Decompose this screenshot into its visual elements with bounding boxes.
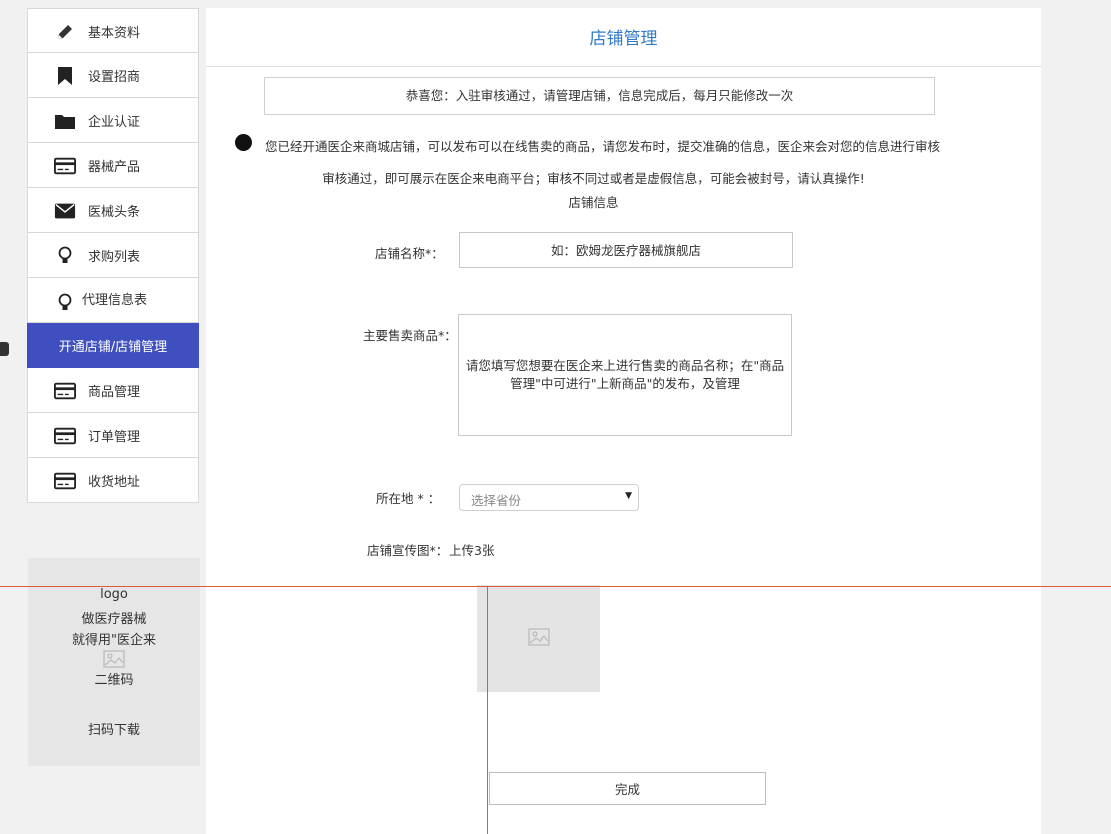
sidebar-item-headlines[interactable]: 医械头条 bbox=[27, 188, 199, 233]
main-goods-textarea[interactable]: 请您填写您想要在医企来上进行售卖的商品名称；在"商品管理"中可进行"上新商品"的… bbox=[458, 314, 792, 436]
section-title: 店铺信息 bbox=[568, 195, 619, 210]
qr-label: 二维码 bbox=[94, 673, 134, 688]
approval-notice: 恭喜您：入驻审核通过，请管理店铺，信息完成后，每月只能修改一次 bbox=[264, 77, 935, 115]
download-label: 扫码下载 bbox=[87, 723, 140, 738]
collapse-handle[interactable] bbox=[0, 342, 9, 356]
promo-logo: logo bbox=[100, 587, 128, 602]
store-name-label: 店铺名称*： bbox=[375, 246, 444, 261]
sidebar-item-label: 器械产品 bbox=[88, 160, 141, 175]
guide-line-horizontal bbox=[0, 586, 1111, 587]
sidebar-item-label: 设置招商 bbox=[88, 70, 141, 85]
main-goods-label: 主要售卖商品*： bbox=[363, 328, 457, 343]
main-goods-placeholder: 请您填写您想要在医企来上进行售卖的商品名称；在"商品管理"中可进行"上新商品"的… bbox=[465, 358, 785, 391]
banner-upload-slot[interactable] bbox=[477, 585, 600, 692]
sidebar-item-label: 企业认证 bbox=[88, 115, 141, 130]
lightbulb-icon bbox=[54, 292, 76, 314]
province-select-value: 选择省份 bbox=[471, 493, 522, 508]
sidebar-item-label: 医械头条 bbox=[88, 205, 141, 220]
submit-button[interactable]: 完成 bbox=[489, 772, 766, 805]
sidebar: 基本资料 设置招商 企业认证 器械产品 医械头条 求购列表 代理信息表 开通店铺… bbox=[27, 8, 199, 503]
info-text-line-2: 审核通过，即可展示在医企来电商平台；审核不同过或者是虚假信息，可能会被封号，请认… bbox=[322, 171, 865, 186]
promo-slogan-1: 做医疗器械 bbox=[81, 612, 147, 627]
bookmark-icon bbox=[54, 65, 76, 87]
sidebar-item-basic-info[interactable]: 基本资料 bbox=[27, 8, 199, 53]
sidebar-item-label: 代理信息表 bbox=[82, 293, 148, 308]
sidebar-item-store-management[interactable]: 开通店铺/店铺管理 bbox=[27, 323, 199, 368]
banner-label: 店铺宣传图*： bbox=[367, 543, 449, 558]
page-title: 店铺管理 bbox=[206, 8, 1041, 67]
sidebar-item-investment[interactable]: 设置招商 bbox=[27, 53, 199, 98]
sidebar-item-label: 商品管理 bbox=[88, 385, 141, 400]
image-placeholder-icon bbox=[527, 627, 550, 650]
envelope-icon bbox=[54, 200, 76, 222]
promo-panel: logo 做医疗器械 就得用"医企来 二维码 扫码下载 bbox=[28, 558, 200, 766]
info-text-line-1: 您已经开通医企来商城店铺，可以发布可以在线售卖的商品，请您发布时，提交准确的信息… bbox=[265, 139, 941, 154]
card-icon bbox=[54, 155, 76, 177]
sidebar-item-product-management[interactable]: 商品管理 bbox=[27, 368, 199, 413]
store-name-input[interactable] bbox=[459, 232, 793, 268]
location-label: 所在地 * ： bbox=[376, 491, 441, 506]
banner-upload-hint: 上传3张 bbox=[449, 543, 495, 558]
card-icon bbox=[54, 470, 76, 492]
sidebar-item-shipping-address[interactable]: 收货地址 bbox=[27, 458, 199, 503]
sidebar-item-purchase-list[interactable]: 求购列表 bbox=[27, 233, 199, 278]
sidebar-item-label: 基本资料 bbox=[88, 26, 141, 41]
sidebar-item-label: 订单管理 bbox=[88, 430, 141, 445]
sidebar-item-order-management[interactable]: 订单管理 bbox=[27, 413, 199, 458]
sidebar-item-agent-info[interactable]: 代理信息表 bbox=[27, 278, 199, 323]
sidebar-item-label: 收货地址 bbox=[88, 475, 141, 490]
sidebar-item-label: 开通店铺/店铺管理 bbox=[58, 340, 168, 355]
sidebar-item-certification[interactable]: 企业认证 bbox=[27, 98, 199, 143]
guide-line-vertical bbox=[487, 586, 488, 834]
province-select[interactable]: 选择省份 ▼ bbox=[459, 484, 639, 511]
dropdown-arrow-icon: ▼ bbox=[625, 491, 632, 501]
sidebar-item-devices[interactable]: 器械产品 bbox=[27, 143, 199, 188]
promo-slogan-2: 就得用"医企来 bbox=[72, 633, 156, 648]
lightbulb-icon bbox=[54, 245, 76, 267]
main-panel: 店铺管理 恭喜您：入驻审核通过，请管理店铺，信息完成后，每月只能修改一次 您已经… bbox=[206, 8, 1041, 834]
folder-icon bbox=[54, 110, 76, 132]
sidebar-item-label: 求购列表 bbox=[88, 250, 141, 265]
card-icon bbox=[54, 380, 76, 402]
pencil-icon bbox=[54, 21, 76, 43]
card-icon bbox=[54, 425, 76, 447]
bullet-dot-icon bbox=[235, 134, 252, 151]
